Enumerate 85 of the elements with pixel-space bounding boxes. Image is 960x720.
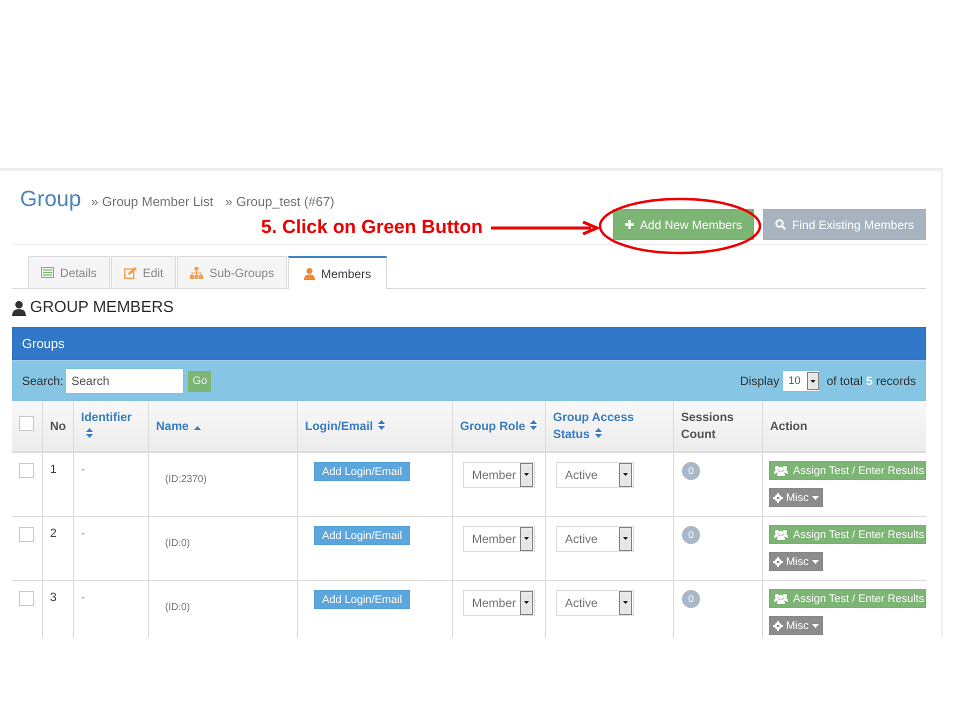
row-number: 2 <box>50 526 57 540</box>
count-badge: 0 <box>682 590 700 608</box>
breadcrumb-link[interactable]: » Group Member List <box>91 194 214 209</box>
gear-icon <box>773 492 783 502</box>
status-select[interactable]: Active <box>556 590 634 616</box>
row-checkbox[interactable] <box>19 527 34 542</box>
column-header[interactable]: Group Role <box>460 418 538 434</box>
status-select[interactable]: Active <box>556 462 634 488</box>
misc-button[interactable]: Misc <box>769 552 823 571</box>
role-select[interactable]: Member <box>463 526 535 552</box>
gear-icon <box>773 556 783 566</box>
caret-icon <box>806 372 819 390</box>
sort-icon <box>530 420 538 430</box>
member-id-text: (ID:2370) <box>165 474 207 485</box>
records-total-text: of total 5 records <box>826 374 916 388</box>
gear-icon <box>773 620 783 630</box>
row-number: 3 <box>50 590 57 604</box>
caret-icon <box>619 591 632 615</box>
row-checkbox[interactable] <box>19 591 34 606</box>
column-header: No <box>50 418 66 434</box>
breadcrumb-link[interactable]: » Group_test (#67) <box>225 194 334 209</box>
misc-button[interactable]: Misc <box>769 616 823 635</box>
caret-icon <box>619 527 632 551</box>
column-header: Sessions Count <box>681 409 735 443</box>
caret-icon <box>520 527 533 551</box>
caret-icon <box>619 463 632 487</box>
plus-icon <box>624 220 634 229</box>
add-login-button[interactable]: Add Login/Email <box>314 590 410 609</box>
add-login-button[interactable]: Add Login/Email <box>314 526 410 545</box>
users-icon <box>774 529 788 540</box>
annotation-text: 5. Click on Green Button <box>261 217 483 239</box>
assign-test-button[interactable]: Assign Test / Enter Results <box>769 525 926 544</box>
identifier-text: - <box>81 590 85 604</box>
caret-icon <box>520 591 533 615</box>
panel-header: Groups <box>12 327 926 361</box>
assign-test-button[interactable]: Assign Test / Enter Results <box>769 461 926 480</box>
add-login-button[interactable]: Add Login/Email <box>314 462 410 481</box>
count-badge: 0 <box>682 526 700 544</box>
users-icon <box>774 593 788 604</box>
list-icon <box>41 267 54 278</box>
go-button[interactable]: Go <box>188 370 212 392</box>
caret-icon <box>520 463 533 487</box>
select-all-checkbox[interactable] <box>19 416 34 431</box>
sort-ascending-icon <box>194 426 201 430</box>
role-select[interactable]: Member <box>463 462 535 488</box>
search-label: Search: <box>22 374 64 388</box>
sort-icon <box>378 420 386 430</box>
count-badge: 0 <box>682 462 700 480</box>
user-icon <box>304 268 316 280</box>
tab[interactable]: Members <box>288 256 388 289</box>
search-icon <box>774 219 786 230</box>
page-size-select[interactable]: 10 <box>783 371 819 391</box>
caret-icon <box>812 624 819 628</box>
sort-icon <box>86 428 93 438</box>
sort-icon <box>594 428 602 438</box>
caret-icon <box>812 560 819 564</box>
row-number: 1 <box>50 462 57 476</box>
identifier-text: - <box>81 462 85 476</box>
display-label: Display <box>740 374 780 388</box>
column-header[interactable]: Name <box>156 418 201 434</box>
row-checkbox[interactable] <box>19 463 34 478</box>
status-select[interactable]: Active <box>556 526 634 552</box>
identifier-text: - <box>81 526 85 540</box>
add-members-button[interactable]: Add New Members <box>612 209 754 240</box>
column-header[interactable]: Identifier <box>81 409 141 443</box>
tab[interactable]: Sub-Groups <box>177 256 288 288</box>
column-header[interactable]: Login/Email <box>305 418 386 434</box>
column-header: Action <box>770 418 808 434</box>
tab[interactable]: Edit <box>110 256 176 288</box>
tab[interactable]: Details <box>28 256 110 288</box>
misc-button[interactable]: Misc <box>769 488 823 507</box>
assign-test-button[interactable]: Assign Test / Enter Results <box>769 589 926 608</box>
search-field[interactable]: Search <box>66 369 184 393</box>
edit-icon <box>124 266 137 278</box>
find-members-button[interactable]: Find Existing Members <box>762 209 926 240</box>
member-id-text: (ID:0) <box>165 538 190 549</box>
page-title: Group <box>20 186 82 212</box>
sitemap-icon <box>190 266 204 278</box>
column-header[interactable]: Group Access Status <box>553 409 666 443</box>
section-heading: GROUP MEMBERS <box>30 299 174 317</box>
member-id-text: (ID:0) <box>165 602 190 613</box>
role-select[interactable]: Member <box>463 590 535 616</box>
users-icon <box>774 465 788 476</box>
user-icon <box>12 300 26 316</box>
caret-icon <box>812 496 819 500</box>
